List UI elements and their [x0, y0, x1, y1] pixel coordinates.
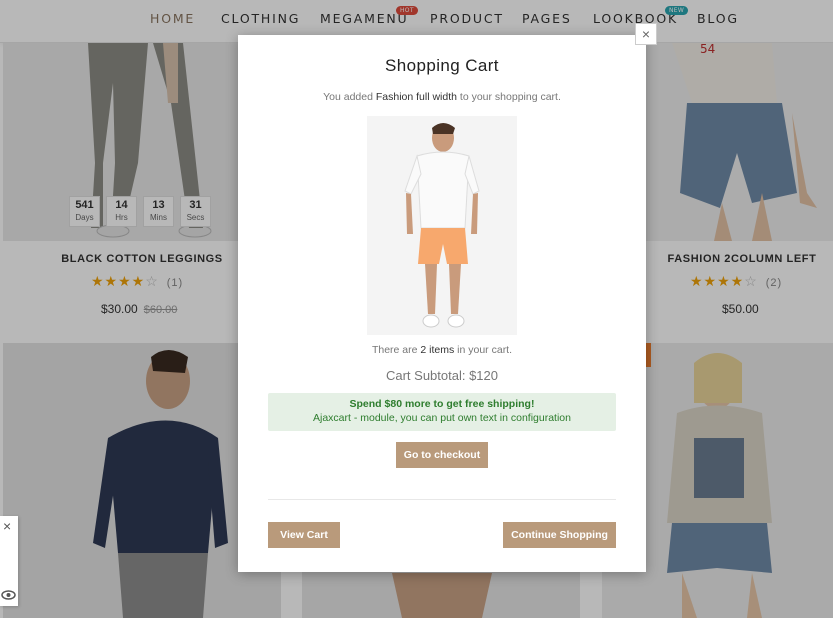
cart-items-message: There are 2 items in your cart.: [238, 344, 646, 356]
side-quickview-tab[interactable]: ×: [0, 516, 18, 606]
close-icon: ×: [641, 26, 651, 42]
shipping-headline: Spend $80 more to get free shipping!: [349, 398, 535, 410]
added-message: You added Fashion full width to your sho…: [238, 91, 646, 103]
items-count: 2 items: [420, 344, 455, 356]
modal-divider: [268, 499, 616, 500]
shopping-cart-modal: × Shopping Cart You added Fashion full w…: [238, 23, 657, 572]
close-icon[interactable]: ×: [3, 518, 11, 534]
shipping-note: Ajaxcart - module, you can put own text …: [313, 412, 571, 424]
modal-close-button[interactable]: ×: [635, 23, 657, 45]
added-prefix: You added: [323, 91, 376, 103]
modal-title: Shopping Cart: [385, 56, 499, 75]
eye-icon[interactable]: [1, 590, 16, 600]
product-model-illustration: [367, 116, 517, 335]
items-suffix: in your cart.: [454, 344, 513, 356]
cart-subtotal: Cart Subtotal: $120: [385, 368, 499, 383]
view-cart-button[interactable]: View Cart: [268, 522, 340, 548]
added-suffix: to your shopping cart.: [456, 91, 561, 103]
added-product-name[interactable]: Fashion full width: [376, 91, 457, 103]
added-product-image: [367, 116, 517, 335]
continue-shopping-button[interactable]: Continue Shopping: [503, 522, 616, 548]
go-to-checkout-button[interactable]: Go to checkout: [396, 442, 488, 468]
items-prefix: There are: [371, 344, 421, 356]
free-shipping-notice: Spend $80 more to get free shipping! Aja…: [268, 393, 616, 431]
